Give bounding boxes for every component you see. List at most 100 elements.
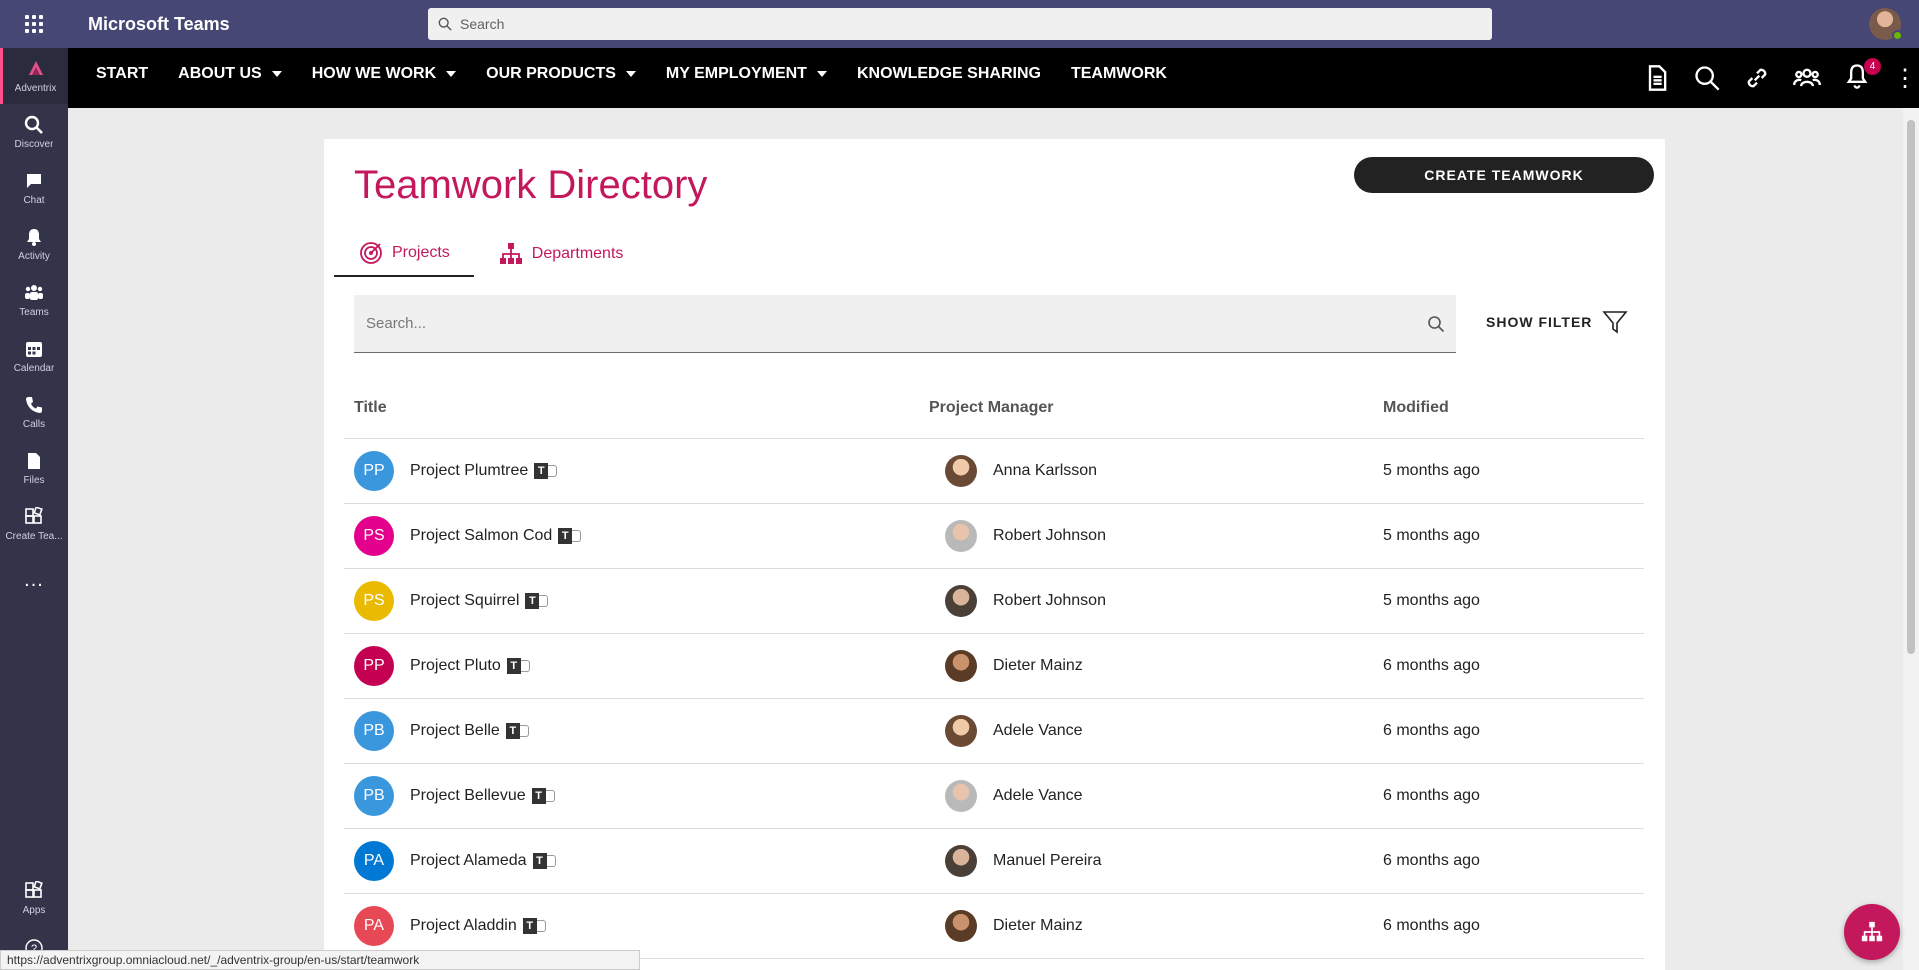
- rail-item-calendar[interactable]: Calendar: [0, 328, 68, 384]
- nav-item-knowledge-sharing[interactable]: KNOWLEDGE SHARING: [857, 48, 1041, 108]
- link-icon[interactable]: [1743, 64, 1771, 92]
- tab-departments[interactable]: Departments: [474, 231, 648, 277]
- teams-logo-icon[interactable]: T: [531, 788, 555, 804]
- manager-avatar: [945, 780, 977, 812]
- teams-logo-icon[interactable]: T: [506, 658, 530, 674]
- table-row[interactable]: PB Project Bellevue T Adele Vance 6 mont…: [344, 764, 1644, 829]
- manager-name[interactable]: Robert Johnson: [993, 592, 1106, 610]
- project-title-cell: PP Project Pluto T: [354, 646, 929, 686]
- people-icon[interactable]: [1793, 64, 1821, 92]
- column-header-modified[interactable]: Modified: [1383, 399, 1583, 417]
- filter-icon: [1602, 311, 1629, 334]
- rail-label: Adventrix: [14, 82, 57, 94]
- more-apps-button[interactable]: ...: [0, 552, 68, 608]
- rail-item-calls[interactable]: Calls: [0, 384, 68, 440]
- project-name-link[interactable]: Project Aladdin: [410, 917, 517, 935]
- project-name-link[interactable]: Project Bellevue: [410, 787, 526, 805]
- table-row[interactable]: PP Project Plumtree T Anna Karlsson 5 mo…: [344, 439, 1644, 504]
- adventrix-logo-icon: [28, 60, 43, 75]
- nav-label: MY EMPLOYMENT: [665, 65, 807, 82]
- search-icon[interactable]: [1693, 64, 1721, 92]
- app-launcher-button[interactable]: [0, 0, 68, 48]
- table-row[interactable]: PA Project Alameda T Manuel Pereira 6 mo…: [344, 829, 1644, 894]
- teams-logo-icon[interactable]: T: [558, 528, 582, 544]
- show-filter-button[interactable]: SHOW FILTER: [1486, 309, 1629, 335]
- project-manager-cell: Anna Karlsson: [929, 455, 1383, 487]
- rail-item-apps[interactable]: Apps: [0, 870, 68, 926]
- project-initials-avatar: PB: [354, 776, 394, 816]
- rail-item-adventrix[interactable]: Adventrix: [0, 48, 68, 104]
- table-row[interactable]: PB Project Belle T Adele Vance 6 months …: [344, 699, 1644, 764]
- modified-cell: 6 months ago: [1383, 852, 1480, 869]
- calendar-icon: [26, 341, 42, 357]
- project-name-link[interactable]: Project Alameda: [410, 852, 527, 870]
- nav-item-my-employment[interactable]: MY EMPLOYMENT: [666, 48, 827, 108]
- status-bar-url: https://adventrixgroup.omniacloud.net/_/…: [0, 950, 640, 970]
- column-header-title[interactable]: Title: [354, 399, 929, 417]
- nav-item-our-products[interactable]: OUR PRODUCTS: [486, 48, 636, 108]
- search-icon: [24, 115, 43, 134]
- rail-label: Calls: [22, 418, 46, 430]
- rail-item-files[interactable]: Files: [0, 440, 68, 496]
- notifications-button[interactable]: 4: [1843, 57, 1881, 95]
- nav-item-how-we-work[interactable]: HOW WE WORK: [312, 48, 457, 108]
- manager-name[interactable]: Dieter Mainz: [993, 657, 1083, 675]
- manager-name[interactable]: Adele Vance: [993, 722, 1083, 740]
- org-chart-icon: [499, 243, 522, 264]
- project-initials-avatar: PA: [354, 841, 394, 881]
- page-scrollbar[interactable]: [1903, 108, 1919, 970]
- manager-name[interactable]: Dieter Mainz: [993, 917, 1083, 935]
- teams-logo-icon[interactable]: T: [532, 853, 556, 869]
- teams-icon: [25, 284, 43, 300]
- teams-logo-icon[interactable]: T: [525, 593, 549, 609]
- nav-item-teamwork[interactable]: TEAMWORK: [1071, 48, 1167, 108]
- rail-item-chat[interactable]: Chat: [0, 160, 68, 216]
- directory-search-input[interactable]: Search...: [354, 295, 1456, 353]
- rail-item-discover[interactable]: Discover: [0, 104, 68, 160]
- scroll-thumb[interactable]: [1907, 120, 1915, 654]
- tab-projects[interactable]: Projects: [334, 231, 474, 277]
- manager-name[interactable]: Manuel Pereira: [993, 852, 1102, 870]
- project-name-link[interactable]: Project Pluto: [410, 657, 501, 675]
- rail-item-teams[interactable]: Teams: [0, 272, 68, 328]
- more-options-icon[interactable]: ⋮: [1893, 64, 1917, 93]
- search-icon[interactable]: [1416, 315, 1456, 333]
- phone-icon: [26, 396, 42, 413]
- project-initials-avatar: PS: [354, 581, 394, 621]
- teamwork-directory-card: Teamwork Directory CREATE TEAMWORK Proje…: [324, 139, 1665, 970]
- project-name-link[interactable]: Project Squirrel: [410, 592, 519, 610]
- document-icon[interactable]: [1643, 64, 1671, 92]
- project-name-link[interactable]: Project Belle: [410, 722, 500, 740]
- manager-avatar: [945, 910, 977, 942]
- rail-label: Teams: [19, 306, 49, 318]
- manager-name[interactable]: Robert Johnson: [993, 527, 1106, 545]
- org-chart-fab-button[interactable]: [1844, 904, 1900, 960]
- rail-label: Apps: [22, 904, 46, 916]
- teams-search-input[interactable]: Search: [428, 8, 1492, 40]
- project-name-link[interactable]: Project Salmon Cod: [410, 527, 552, 545]
- nav-item-start[interactable]: START: [96, 48, 148, 108]
- manager-name[interactable]: Anna Karlsson: [993, 462, 1097, 480]
- rail-item-activity[interactable]: Activity: [0, 216, 68, 272]
- create-teamwork-button[interactable]: CREATE TEAMWORK: [1354, 157, 1654, 193]
- teams-logo-icon[interactable]: T: [534, 463, 558, 479]
- table-row[interactable]: PP Project Pluto T Dieter Mainz 6 months…: [344, 634, 1644, 699]
- column-header-manager[interactable]: Project Manager: [929, 399, 1383, 417]
- rail-item-create-team[interactable]: Create Tea...: [0, 496, 68, 552]
- project-name-link[interactable]: Project Plumtree: [410, 462, 528, 480]
- nav-menu: START ABOUT US HOW WE WORK OUR PRODUCTS …: [96, 48, 1197, 108]
- modified-cell: 6 months ago: [1383, 722, 1480, 739]
- project-manager-cell: Adele Vance: [929, 715, 1383, 747]
- nav-item-about-us[interactable]: ABOUT US: [178, 48, 282, 108]
- teams-logo-icon[interactable]: T: [522, 918, 546, 934]
- table-row[interactable]: PS Project Squirrel T Robert Johnson 5 m…: [344, 569, 1644, 634]
- app-rail: Adventrix Discover Chat Activity Teams C…: [0, 48, 68, 970]
- rail-label: Activity: [18, 250, 50, 262]
- table-row[interactable]: PS Project Salmon Cod T Robert Johnson 5…: [344, 504, 1644, 569]
- teams-logo-icon[interactable]: T: [505, 723, 529, 739]
- project-title-cell: PA Project Aladdin T: [354, 906, 929, 946]
- manager-name[interactable]: Adele Vance: [993, 787, 1083, 805]
- modified-cell: 5 months ago: [1383, 592, 1480, 609]
- target-icon: [360, 242, 382, 264]
- modified-cell: 6 months ago: [1383, 787, 1480, 804]
